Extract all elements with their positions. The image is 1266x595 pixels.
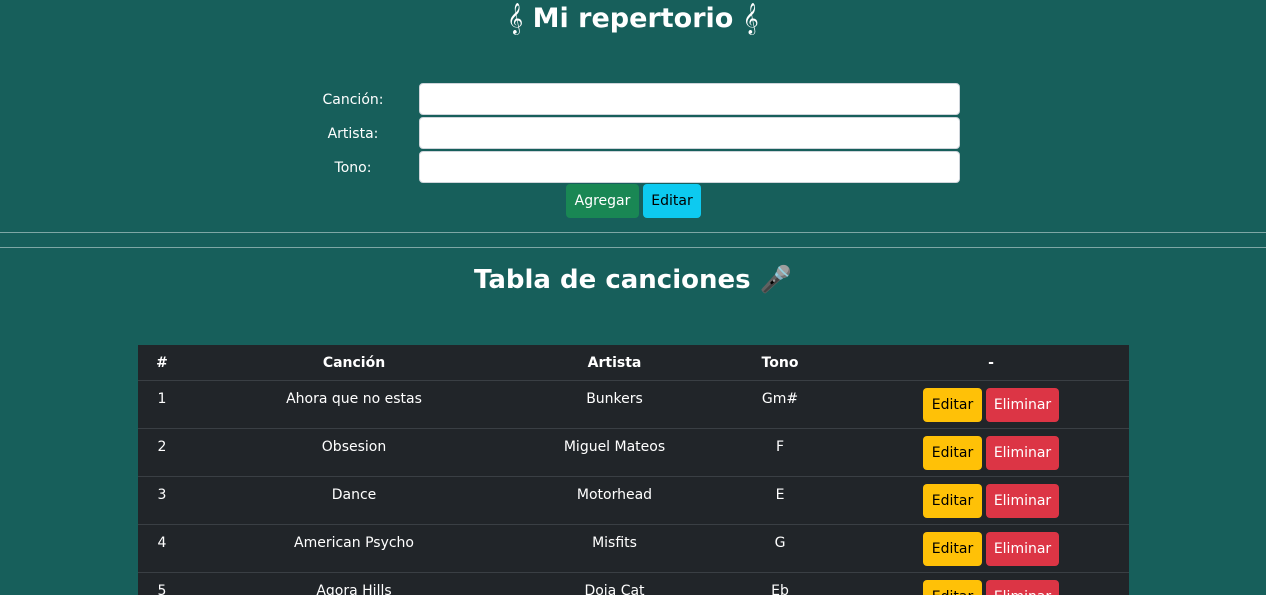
song-label: Canción: [322,92,384,108]
table-title-text: Tabla de canciones [473,265,751,295]
page: 𝄞 Mi repertorio 𝄞 Canción: Artista: Tono… [0,0,1266,595]
row-delete-button[interactable]: Eliminar [986,484,1059,518]
row-actions: EditarEliminar [853,428,1129,477]
row-song: Obsesion [186,428,522,477]
table-row: 1 Ahora que no estas Bunkers Gm# Editar E… [138,380,1129,429]
row-number: 2 [138,428,186,477]
row-key: Gm# [707,380,853,429]
table-row: 2 Obsesion Miguel Mateos F Editar Elimina… [138,428,1129,477]
row-delete-button[interactable]: Eliminar [986,580,1059,595]
header-number: # [138,345,186,381]
row-key: F [707,428,853,477]
row-number: 1 [138,380,186,429]
divider [0,232,1266,233]
row-edit-button[interactable]: Editar [923,388,982,422]
table-row: 3 Dance Motorhead E Editar Eliminar [138,476,1129,525]
treble-clef-icon: 𝄞 [507,3,524,34]
row-song: American Psycho [186,524,522,573]
header-key: Tono [707,345,853,381]
table-header-row: # Canción Artista Tono - [138,345,1129,381]
page-title-text: Mi repertorio [532,3,734,34]
microphone-icon: 🎤 [759,265,793,295]
row-delete-button[interactable]: Eliminar [986,532,1059,566]
row-key: Eb [707,572,853,595]
row-song: Ahora que no estas [186,380,522,429]
key-label: Tono: [334,160,372,176]
header-artist: Artista [522,345,707,381]
row-artist: Misfits [522,524,707,573]
row-artist: Doja Cat [522,572,707,595]
row-edit-button[interactable]: Editar [923,484,982,518]
row-number: 4 [138,524,186,573]
songs-table: # Canción Artista Tono - 1 Ahora que no … [138,345,1129,595]
table-row: 4 American Psycho Misfits G Editar Elimin… [138,524,1129,573]
form-row-artist: Artista: [0,117,1266,151]
artist-label: Artista: [327,126,379,142]
row-key: G [707,524,853,573]
row-edit-button[interactable]: Editar [923,532,982,566]
table-row: 5 Agora Hills Doja Cat Eb Editar Eliminar [138,572,1129,595]
form-row-key: Tono: [0,151,1266,185]
song-input[interactable] [419,83,960,115]
table-title: Tabla de canciones 🎤 [0,261,1266,299]
divider [0,247,1266,248]
row-edit-button[interactable]: Editar [923,436,982,470]
row-actions: Editar Eliminar [853,572,1129,595]
row-delete-button[interactable]: Eliminar [986,388,1059,422]
row-number: 3 [138,476,186,525]
row-delete-button[interactable]: Eliminar [986,436,1059,470]
form-row-song: Canción: [0,83,1266,117]
add-button[interactable]: Agregar [566,184,639,218]
treble-clef-icon: 𝄞 [742,3,759,34]
row-actions: EditarEliminar [853,524,1129,573]
row-actions: EditarEliminar [853,380,1129,429]
edit-button[interactable]: Editar [643,184,701,218]
header-actions: - [853,345,1129,381]
row-edit-button[interactable]: Editar [923,580,982,595]
page-title: 𝄞 Mi repertorio 𝄞 [0,0,1266,38]
row-song: Agora Hills [186,572,522,595]
row-artist: Miguel Mateos [522,428,707,477]
key-input[interactable] [419,151,960,183]
row-number: 5 [138,572,186,595]
header-song: Canción [186,345,522,381]
row-actions: EditarEliminar [853,476,1129,525]
row-artist: Bunkers [522,380,707,429]
row-key: E [707,476,853,525]
row-artist: Motorhead [522,476,707,525]
row-song: Dance [186,476,522,525]
artist-input[interactable] [419,117,960,149]
